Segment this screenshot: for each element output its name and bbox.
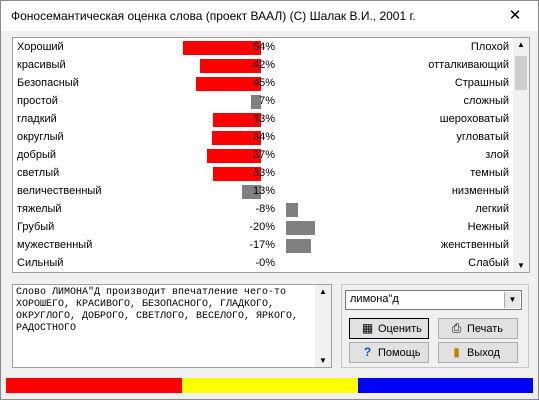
- scale-right-word: Страшный: [454, 77, 509, 89]
- close-button[interactable]: ✕: [492, 1, 538, 31]
- app-window: Фоносемантическая оценка слова (проект В…: [0, 0, 539, 400]
- word-combobox[interactable]: лимона"д ▼: [345, 290, 522, 310]
- scale-left-word: Хороший: [17, 41, 64, 53]
- scale-row[interactable]: добрый 37% злой: [13, 147, 513, 165]
- description-scrollbar[interactable]: ▲ ▼: [315, 285, 331, 367]
- color-band-yellow: [182, 378, 358, 393]
- scroll-down-icon[interactable]: ▼: [513, 261, 529, 270]
- scale-right-word: темный: [470, 167, 509, 179]
- scale-right-word: Слабый: [468, 257, 509, 269]
- description-box[interactable]: Слово ЛИМОНА"Д производит впечатление че…: [12, 284, 332, 368]
- scale-row[interactable]: величественный 13% низменный: [13, 183, 513, 201]
- scale-row[interactable]: светлый 33% темный: [13, 165, 513, 183]
- scale-left-word: округлый: [17, 131, 64, 143]
- scale-percent: 13%: [252, 185, 275, 197]
- scale-percent: 33%: [252, 113, 275, 125]
- description-text: Слово ЛИМОНА"Д производит впечатление че…: [16, 287, 305, 334]
- scale-percent: 45%: [252, 77, 275, 89]
- exit-door-icon: ▮: [453, 345, 460, 359]
- scale-percent: -20%: [249, 221, 275, 233]
- help-icon: ?: [363, 345, 372, 359]
- scale-percent: 33%: [252, 167, 275, 179]
- chevron-down-icon[interactable]: ▼: [504, 292, 520, 308]
- scale-percent: 37%: [252, 149, 275, 161]
- scale-percent: -0%: [255, 257, 275, 269]
- window-title: Фоносемантическая оценка слова (проект В…: [11, 9, 416, 23]
- scales-list[interactable]: Хороший 54% Плохой красивый 42% отталкивающий…: [12, 37, 530, 273]
- evaluate-button[interactable]: ▦ Оценить: [349, 318, 429, 339]
- scale-row[interactable]: округлый 34% угловатый: [13, 129, 513, 147]
- scale-row[interactable]: Безопасный 45% Страшный: [13, 75, 513, 93]
- calculator-icon: ▦: [361, 321, 374, 335]
- help-label: Помощь: [378, 347, 421, 359]
- evaluate-label: Оценить: [378, 323, 422, 335]
- scale-right-word: злой: [485, 149, 509, 161]
- scale-left-word: простой: [17, 95, 58, 107]
- scale-bar: [286, 203, 298, 217]
- scale-row[interactable]: Грубый -20% Нежный: [13, 219, 513, 237]
- scale-right-word: низменный: [451, 185, 509, 197]
- scale-right-word: женственный: [440, 239, 509, 251]
- color-band-red: [6, 378, 182, 393]
- scale-row[interactable]: Сильный -0% Слабый: [13, 255, 513, 272]
- scale-right-word: Плохой: [470, 41, 509, 53]
- exit-label: Выход: [467, 347, 500, 359]
- scale-left-word: Сильный: [17, 257, 64, 269]
- scale-row[interactable]: тяжелый -8% легкий: [13, 201, 513, 219]
- scroll-up-icon[interactable]: ▲: [315, 287, 331, 296]
- scroll-down-icon[interactable]: ▼: [315, 356, 331, 365]
- scale-right-word: Нежный: [467, 221, 509, 233]
- scale-right-word: шероховатый: [439, 113, 509, 125]
- scale-percent: 7%: [259, 95, 275, 107]
- color-band-blue: [358, 378, 533, 393]
- scale-left-word: Грубый: [17, 221, 55, 233]
- title-bar[interactable]: Фоносемантическая оценка слова (проект В…: [1, 1, 538, 31]
- scale-row[interactable]: мужественный -17% женственный: [13, 237, 513, 255]
- print-button[interactable]: ⎙ Печать: [438, 318, 518, 339]
- scale-row[interactable]: простой 7% сложный: [13, 93, 513, 111]
- scale-right-word: отталкивающий: [428, 59, 509, 71]
- print-label: Печать: [467, 323, 504, 335]
- scroll-thumb[interactable]: [515, 56, 527, 90]
- scale-bar: [286, 221, 315, 235]
- scale-left-word: тяжелый: [17, 203, 62, 215]
- scroll-up-icon[interactable]: ▲: [513, 40, 529, 49]
- scale-left-word: Безопасный: [17, 77, 79, 89]
- scale-bar: [286, 239, 311, 253]
- word-value: лимона"д: [350, 293, 399, 305]
- scale-percent: -17%: [249, 239, 275, 251]
- scale-left-word: гладкий: [17, 113, 57, 125]
- scales-scrollbar[interactable]: ▲ ▼: [513, 38, 529, 272]
- scale-row[interactable]: красивый 42% отталкивающий: [13, 57, 513, 75]
- scale-right-word: угловатый: [456, 131, 509, 143]
- scale-right-word: сложный: [463, 95, 509, 107]
- scale-left-word: величественный: [17, 185, 102, 197]
- scale-percent: 54%: [252, 41, 275, 53]
- scale-row[interactable]: Хороший 54% Плохой: [13, 39, 513, 57]
- scale-left-word: добрый: [17, 149, 57, 161]
- scale-right-word: легкий: [475, 203, 509, 215]
- help-button[interactable]: ? Помощь: [349, 342, 429, 363]
- scale-left-word: мужественный: [17, 239, 93, 251]
- scale-left-word: красивый: [17, 59, 66, 71]
- printer-icon: ⎙: [451, 321, 462, 335]
- scale-percent: 34%: [252, 131, 275, 143]
- scale-left-word: светлый: [17, 167, 60, 179]
- scale-percent: 42%: [252, 59, 275, 71]
- scale-row[interactable]: гладкий 33% шероховатый: [13, 111, 513, 129]
- exit-button[interactable]: ▮ Выход: [438, 342, 518, 363]
- scale-percent: -8%: [255, 203, 275, 215]
